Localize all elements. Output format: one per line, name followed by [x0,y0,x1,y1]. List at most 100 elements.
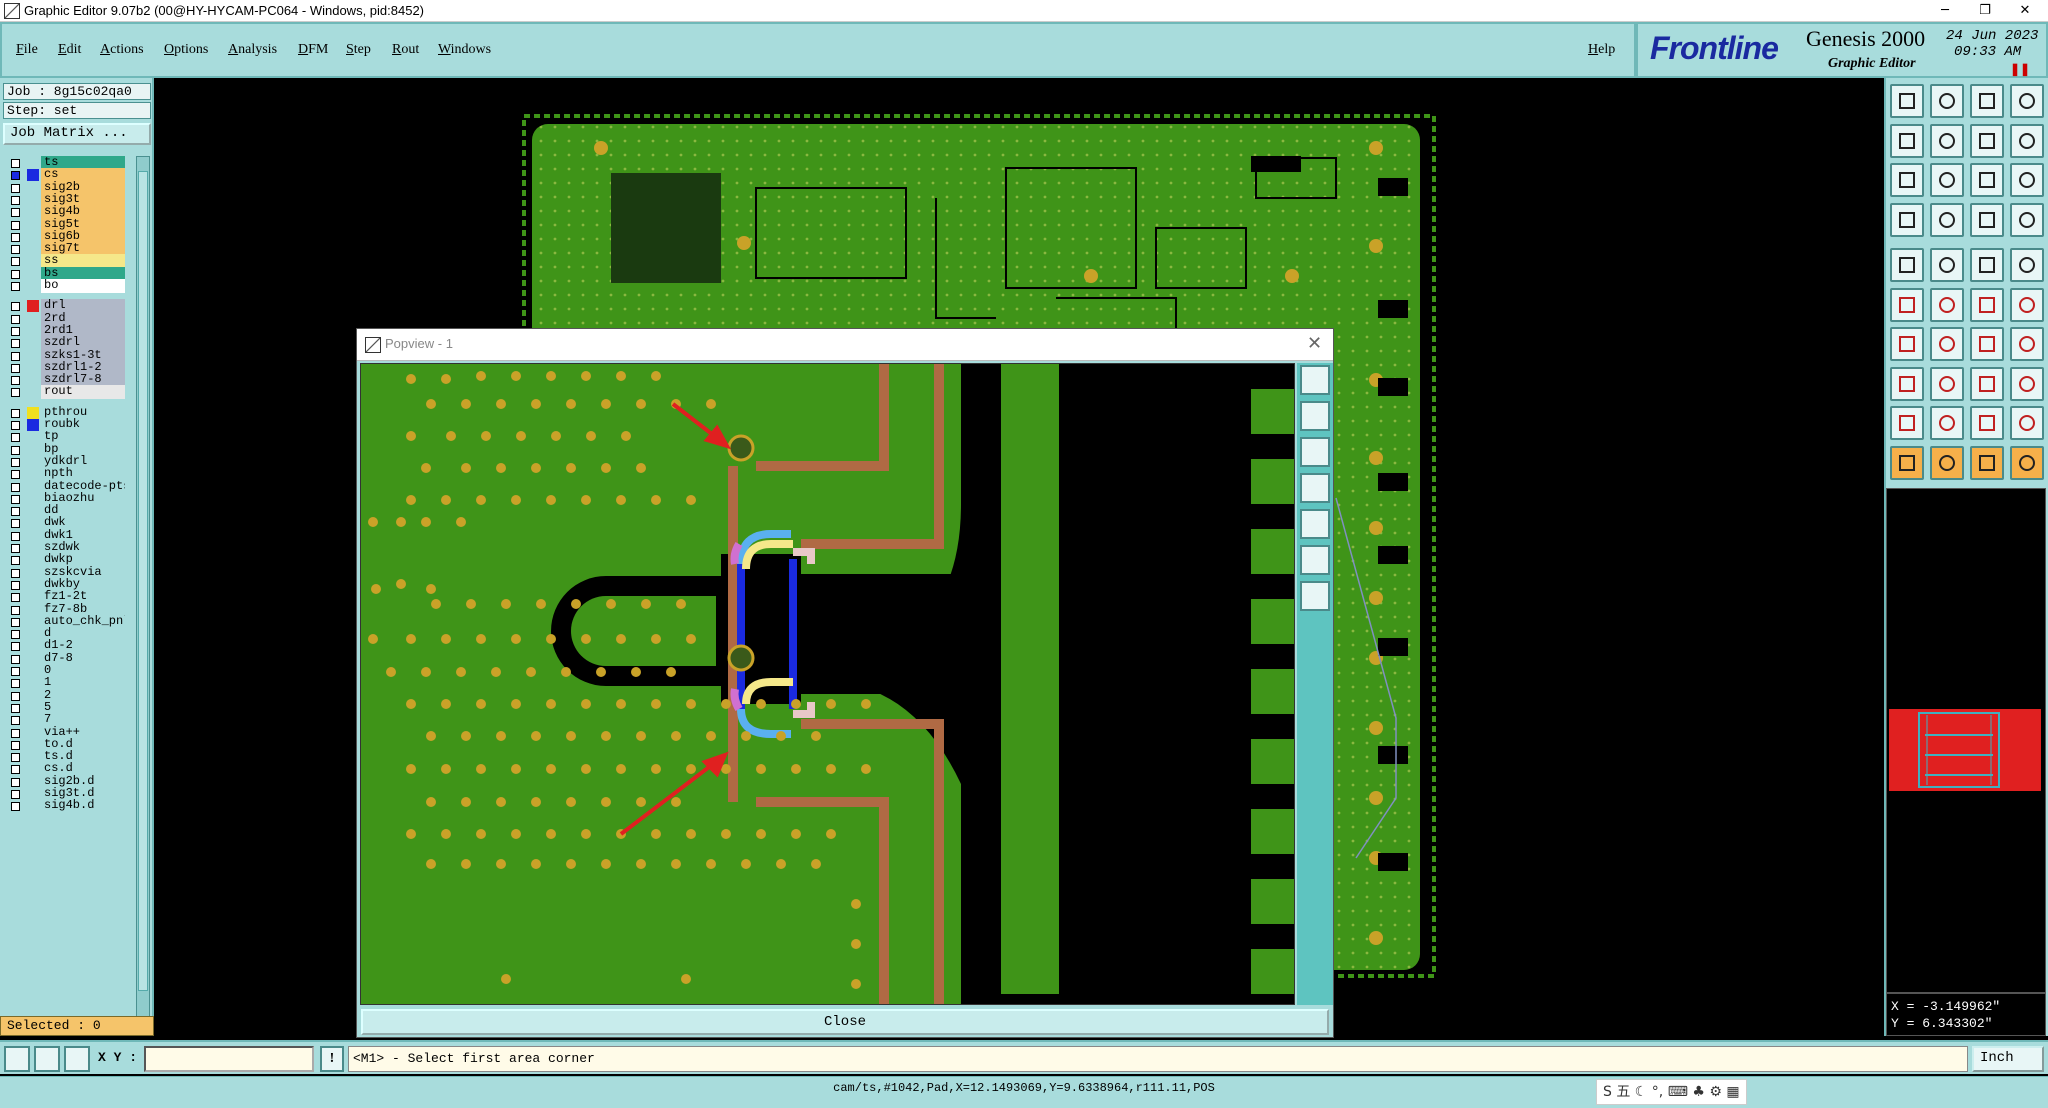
layer-checkbox[interactable] [11,376,20,385]
stretch-button[interactable] [1970,366,2004,401]
draw-angle-button[interactable] [1930,327,1964,361]
layer-checkbox[interactable] [11,630,20,639]
add-line-button[interactable] [1930,248,1964,282]
align-button[interactable] [1890,366,1924,401]
job-matrix-button[interactable]: Job Matrix ... [3,123,151,145]
add-pad-button[interactable] [1890,248,1924,282]
zoom-center-button[interactable] [1930,163,1964,197]
layer-checkbox[interactable] [11,433,20,442]
layer-checkbox[interactable] [11,208,20,217]
triangle-b-button[interactable] [1930,406,1964,440]
layer-color-swatch[interactable] [27,431,39,443]
layer-color-swatch[interactable] [27,206,39,218]
layer-checkbox[interactable] [11,716,20,725]
scrollbar-thumb[interactable] [138,171,148,991]
feature-info-button[interactable] [1930,202,1964,237]
layer-checkbox[interactable] [11,765,20,774]
layer-checkbox[interactable] [11,692,20,701]
layer-color-swatch[interactable] [27,714,39,726]
snapshot-button[interactable] [2010,84,2044,118]
layer-checkbox[interactable] [11,196,20,205]
select-mode-button[interactable] [4,1046,30,1072]
popview-window[interactable]: Popview - 1 ✕ Close [356,328,1334,1038]
popview-close-button[interactable]: Close [361,1009,1329,1035]
copy-button[interactable] [2010,366,2044,401]
mirror-button[interactable] [2010,327,2044,361]
popview-pan-right-button[interactable] [1300,509,1330,539]
help-button[interactable] [2010,163,2044,197]
layer-checkbox[interactable] [11,778,20,787]
popview-pan-left-button[interactable] [1300,473,1330,503]
triangle-a-button[interactable] [1890,406,1924,440]
popview-canvas[interactable] [360,363,1295,1005]
layer-row-rout[interactable]: rout [3,385,125,400]
menu-analysis[interactable]: Analysis [228,42,277,58]
layer-color-swatch[interactable] [27,677,39,689]
layer-color-swatch[interactable] [27,554,39,566]
units-selector[interactable]: Inch [1972,1046,2044,1072]
select-point-button[interactable] [1890,287,1924,322]
layer-checkbox[interactable] [11,593,20,602]
layer-name[interactable]: sig4b [41,205,125,219]
layer-name[interactable]: sig4b.d [41,799,125,813]
layer-name[interactable]: dwk [41,516,125,530]
layer-checkbox[interactable] [11,532,20,541]
layer-color-swatch[interactable] [27,280,39,292]
layer-checkbox[interactable] [11,507,20,516]
menu-options[interactable]: Options [164,42,208,58]
popview-zoom-in-button[interactable] [1300,545,1330,575]
layer-checkbox[interactable] [11,302,20,311]
layer-color-swatch[interactable] [27,800,39,812]
layer-checkbox[interactable] [11,667,20,676]
layer-name[interactable]: cs.d [41,762,125,776]
layer-checkbox[interactable] [11,753,20,762]
layer-checkbox[interactable] [11,245,20,254]
layer-color-swatch[interactable] [27,386,39,398]
layer-name[interactable]: bo [41,279,125,293]
rotate-button[interactable] [1970,327,2004,361]
layer-checkbox[interactable] [11,618,20,627]
layer-name[interactable]: fz1-2t [41,590,125,604]
layer-name[interactable]: dwkp [41,553,125,567]
layer-checkbox[interactable] [11,327,20,336]
layer-checkbox[interactable] [11,446,20,455]
pointer-multi-button[interactable] [2010,445,2044,480]
menu-file[interactable]: File [16,42,38,58]
triangle-d-button[interactable] [2010,406,2044,440]
layer-color-swatch[interactable] [27,468,39,480]
select-group-button[interactable] [2010,287,2044,322]
menu-windows[interactable]: Windows [438,42,491,58]
draw-line-button[interactable] [1890,327,1924,361]
pan-left-button[interactable] [1890,123,1924,158]
layer-name[interactable]: ss [41,254,125,268]
layer-checkbox[interactable] [11,581,20,590]
popview-zoom-out-button[interactable] [1300,581,1330,611]
layer-name[interactable]: tp [41,430,125,444]
ime-toolbar[interactable]: S 五 ☾ °, ⌨ ♣ ⚙ ▦ [1596,1079,1747,1105]
layer-name[interactable]: npth [41,467,125,481]
layer-checkbox[interactable] [11,655,20,664]
layer-checkbox[interactable] [11,704,20,713]
layer-checkbox[interactable] [11,495,20,504]
layer-color-swatch[interactable] [27,169,39,181]
xy-input[interactable] [144,1046,314,1072]
open-job-button[interactable] [1890,84,1924,118]
layer-checkbox[interactable] [11,282,20,291]
snap-mode-button[interactable] [34,1046,60,1072]
layer-checkbox[interactable] [11,544,20,553]
layer-row-bo[interactable]: bo [3,279,125,294]
layer-color-swatch[interactable] [27,337,39,349]
properties-button[interactable] [1890,202,1924,237]
add-surface-button[interactable] [2010,248,2044,282]
menu-actions[interactable]: Actions [100,42,144,58]
layer-checkbox[interactable] [11,729,20,738]
layer-checkbox[interactable] [11,171,20,180]
popview-close-icon[interactable]: ✕ [1307,333,1322,354]
pause-icon[interactable]: ❚❚ [2010,62,2030,77]
layer-checkbox[interactable] [11,352,20,361]
layer-checkbox[interactable] [11,569,20,578]
add-arc-button[interactable] [1970,248,2004,282]
layer-checkbox[interactable] [11,741,20,750]
layer-checkbox[interactable] [11,519,20,528]
layer-checkbox[interactable] [11,315,20,324]
